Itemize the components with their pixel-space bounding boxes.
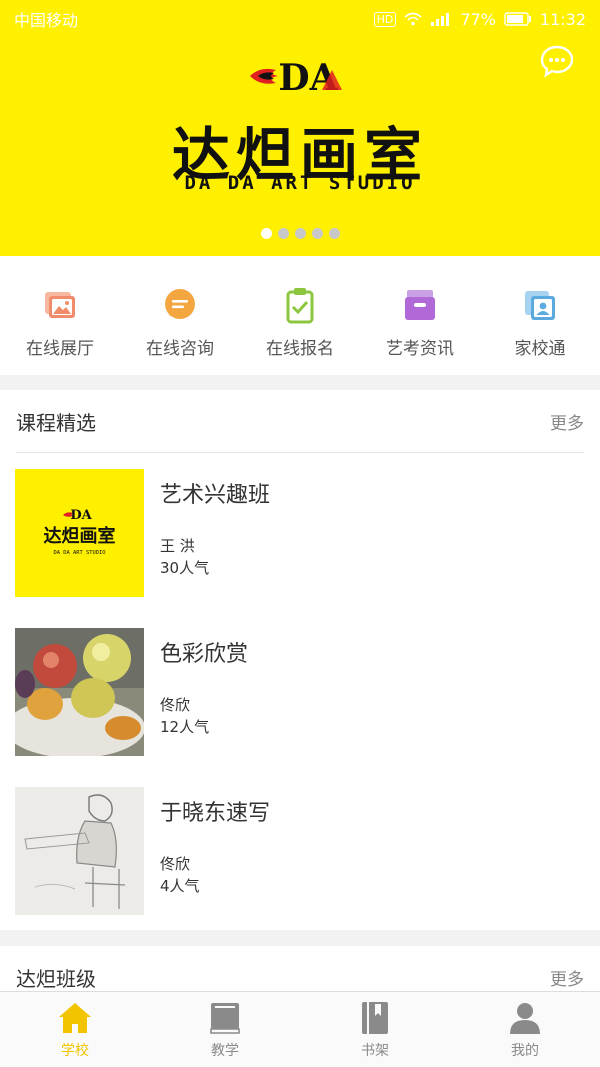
course-teacher: 佟欣 (160, 855, 191, 873)
featured-courses-section: 课程精选 更多 DA 达炟画室 DA DA ART STUDIO 艺术兴趣班 王… (0, 390, 600, 930)
carousel-dot[interactable] (260, 228, 272, 239)
studio-logo-icon: DA (250, 57, 342, 96)
course-thumbnail (15, 628, 144, 756)
tab-bookshelf[interactable]: 书架 (300, 992, 450, 1067)
course-teacher: 王 洪 (160, 537, 195, 555)
status-bar: 中国移动 HD 77% 11:32 (0, 0, 600, 38)
carousel-dot[interactable] (328, 228, 340, 239)
clipboard-check-icon (286, 288, 314, 324)
message-icon[interactable] (540, 44, 574, 78)
book-icon (210, 1003, 240, 1034)
tab-teaching[interactable]: 教学 (150, 992, 300, 1067)
course-item[interactable]: 色彩欣赏 佟欣 12人气 (0, 612, 600, 771)
nav-label: 在线展厅 (26, 339, 94, 359)
tab-label: 书架 (361, 1043, 389, 1059)
section-title: 达炟班级 (16, 966, 96, 991)
nav-label: 在线报名 (266, 339, 334, 359)
more-link[interactable]: 更多 (550, 409, 584, 434)
course-title: 艺术兴趣班 (160, 483, 271, 508)
section-header: 达炟班级 更多 (0, 946, 600, 991)
status-indicators: HD 77% 11:32 (373, 9, 586, 29)
hd-badge: HD (373, 11, 397, 27)
svg-text:DA: DA (70, 508, 92, 523)
nav-home-school[interactable]: 家校通 (480, 256, 600, 375)
gallery-icon (45, 292, 75, 318)
banner-carousel[interactable]: 中国移动 HD 77% 11:32 DA 达炟画室 DA DA ART STUD… (0, 0, 600, 256)
section-header: 课程精选 更多 (0, 390, 600, 452)
bottom-tab-bar: 学校 教学 书架 我的 (0, 991, 600, 1067)
signal-icon (431, 13, 450, 26)
quick-nav: 在线展厅 在线咨询 在线报名 艺考资讯 家校通 (0, 256, 600, 375)
logo-thumbnail-icon: DA 达炟画室 DA DA ART STUDIO (44, 508, 116, 556)
inbox-icon (405, 290, 435, 320)
carousel-dot[interactable] (294, 228, 306, 239)
home-icon (59, 1003, 91, 1033)
nav-online-signup[interactable]: 在线报名 (240, 256, 360, 375)
more-link[interactable]: 更多 (550, 965, 584, 990)
carousel-dot[interactable] (277, 228, 289, 239)
classes-section: 达炟班级 更多 (0, 946, 600, 991)
course-popularity: 12人气 (160, 718, 210, 736)
tab-label: 我的 (511, 1043, 539, 1059)
nav-online-consult[interactable]: 在线咨询 (120, 256, 240, 375)
course-popularity: 4人气 (160, 877, 200, 895)
course-item[interactable]: DA 达炟画室 DA DA ART STUDIO 艺术兴趣班 王 洪 30人气 (0, 453, 600, 612)
battery-icon (504, 12, 531, 26)
battery-percent: 77% (460, 9, 496, 29)
nav-online-gallery[interactable]: 在线展厅 (0, 256, 120, 375)
chat-bubble-icon (165, 289, 195, 319)
tab-school[interactable]: 学校 (0, 992, 150, 1067)
sketch-drawing-icon (15, 787, 144, 915)
course-title: 色彩欣赏 (160, 642, 249, 667)
course-title: 于晓东速写 (160, 801, 271, 826)
nav-art-exam-news[interactable]: 艺考资讯 (360, 256, 480, 375)
nav-label: 在线咨询 (146, 339, 214, 359)
section-title: 课程精选 (16, 410, 96, 435)
course-thumbnail: DA 达炟画室 DA DA ART STUDIO (15, 469, 144, 597)
user-icon (510, 1003, 540, 1034)
nav-label: 艺考资讯 (386, 339, 454, 359)
bookshelf-icon (362, 1002, 388, 1034)
studio-subtitle: DA DA ART STUDIO (184, 172, 416, 194)
svg-text:达炟画室: 达炟画室 (44, 525, 116, 547)
contact-card-icon (525, 291, 555, 320)
svg-text:DA DA ART STUDIO: DA DA ART STUDIO (54, 550, 106, 556)
course-thumbnail (15, 787, 144, 915)
course-popularity: 30人气 (160, 559, 210, 577)
tab-mine[interactable]: 我的 (450, 992, 600, 1067)
carousel-indicator (0, 228, 600, 239)
course-teacher: 佟欣 (160, 696, 191, 714)
tab-label: 教学 (211, 1043, 239, 1059)
clock: 11:32 (539, 9, 586, 29)
carrier-label: 中国移动 (14, 11, 79, 30)
carousel-dot[interactable] (311, 228, 323, 239)
fruit-painting-icon (15, 628, 144, 756)
tab-label: 学校 (61, 1043, 89, 1059)
course-item[interactable]: 于晓东速写 佟欣 4人气 (0, 771, 600, 930)
nav-label: 家校通 (514, 339, 566, 359)
wifi-icon (404, 12, 422, 26)
